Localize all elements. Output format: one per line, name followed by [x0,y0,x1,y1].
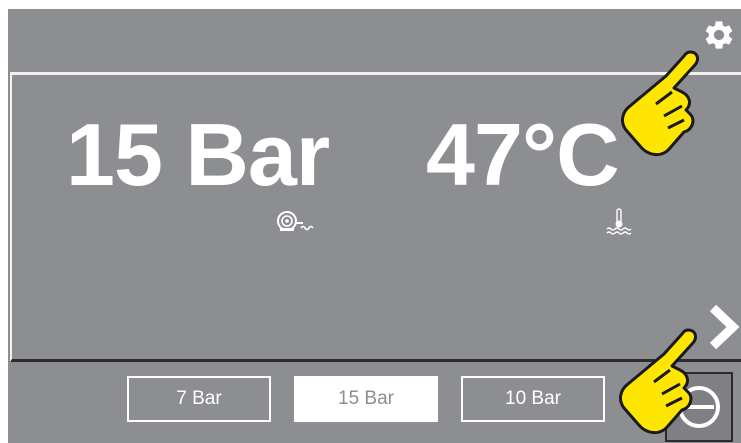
preset-button-2[interactable]: 15 Bar [294,376,438,422]
preset-button-1[interactable]: 7 Bar [127,376,271,422]
power-icon [678,386,720,428]
pressure-readout: 15 Bar [66,105,330,204]
chevron-right-icon[interactable] [707,304,739,350]
settings-button[interactable] [701,17,737,53]
water-temperature-icon [606,208,632,235]
power-button[interactable] [665,372,733,442]
gear-icon [705,21,733,49]
temperature-readout: 47°C [426,105,620,204]
pump-icon [277,211,314,231]
preset-bar: 7 Bar 15 Bar 10 Bar [8,365,741,443]
top-bar [8,9,741,75]
preset-button-3[interactable]: 10 Bar [461,376,605,422]
control-screen: 15 Bar 47°C 7 Bar 15 Bar 10 Bar [8,9,741,443]
